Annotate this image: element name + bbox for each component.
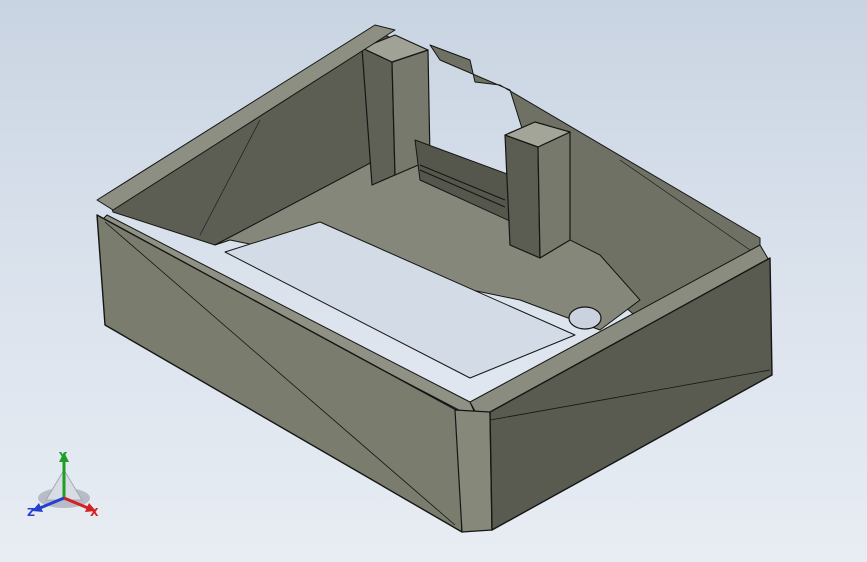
triad-label-z: Z bbox=[27, 506, 35, 519]
outer-front-corner bbox=[454, 409, 493, 533]
triad-label-y: Y bbox=[58, 450, 68, 463]
right-pillar-side bbox=[537, 131, 571, 259]
enclosure-model[interactable] bbox=[96, 24, 773, 533]
model-viewport[interactable] bbox=[0, 0, 867, 562]
right-pillar-front bbox=[504, 134, 541, 259]
connector-hole bbox=[568, 306, 602, 330]
triad-label-x: X bbox=[90, 506, 99, 519]
orientation-triad: Y X Z bbox=[27, 450, 99, 519]
